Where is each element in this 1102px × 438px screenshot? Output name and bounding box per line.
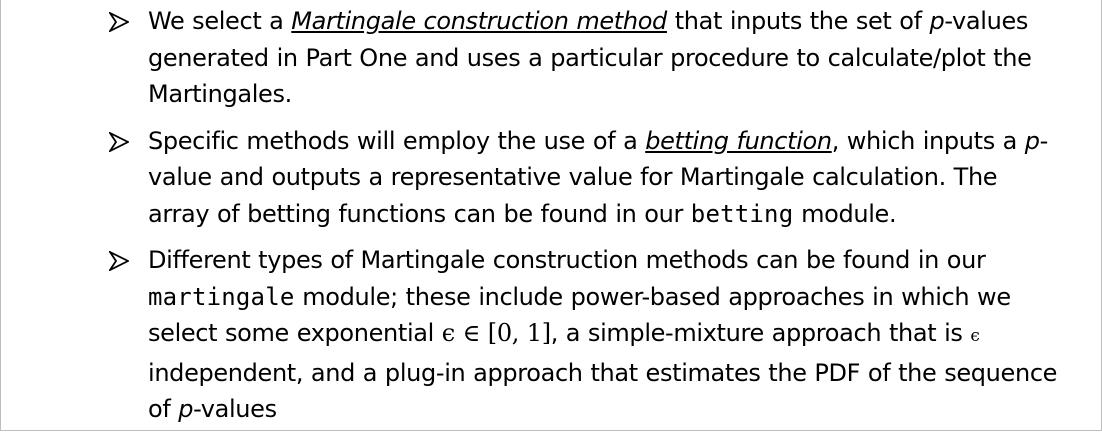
math-epsilon-interval: ϵ ∈ [0, 1] [441, 319, 551, 347]
term-martingale-construction-method: Martingale construction method [291, 7, 667, 35]
bullet-text: -values [193, 395, 277, 423]
bullet-text: , a simple-mixture approach that is [550, 319, 971, 347]
code-betting: betting [690, 199, 794, 228]
bullet-text: Different types of Martingale constructi… [148, 246, 986, 274]
bullet-item-construction-types: Different types of Martingale constructi… [109, 242, 1059, 428]
term-betting-function: betting function [645, 126, 832, 155]
page-frame: We select a Martingale construction meth… [0, 0, 1102, 431]
arrowhead-bullet-icon [109, 251, 129, 271]
arrowhead-bullet-icon [109, 12, 129, 32]
math-epsilon: ϵ [970, 326, 980, 346]
bullet-text: We select a [148, 7, 292, 35]
italic-p: p [178, 395, 194, 423]
italic-p: p [929, 7, 945, 35]
bullet-item-betting-function: Specific methods will employ the use of … [109, 123, 1059, 233]
italic-p: p [1024, 126, 1040, 155]
arrowhead-bullet-icon [109, 131, 129, 152]
bullet-text: that inputs the set of [666, 7, 930, 35]
bullet-text: , which inputs a [831, 126, 1025, 155]
bullet-text: Specific methods will employ the use of … [148, 126, 646, 155]
bullet-list: We select a Martingale construction meth… [109, 3, 1059, 438]
bullet-item-martingale-method: We select a Martingale construction meth… [109, 3, 1059, 113]
bullet-text: module. [793, 199, 897, 228]
code-martingale: martingale [148, 282, 295, 311]
bullet-text: independent, and a plug-in approach that… [148, 358, 1058, 424]
